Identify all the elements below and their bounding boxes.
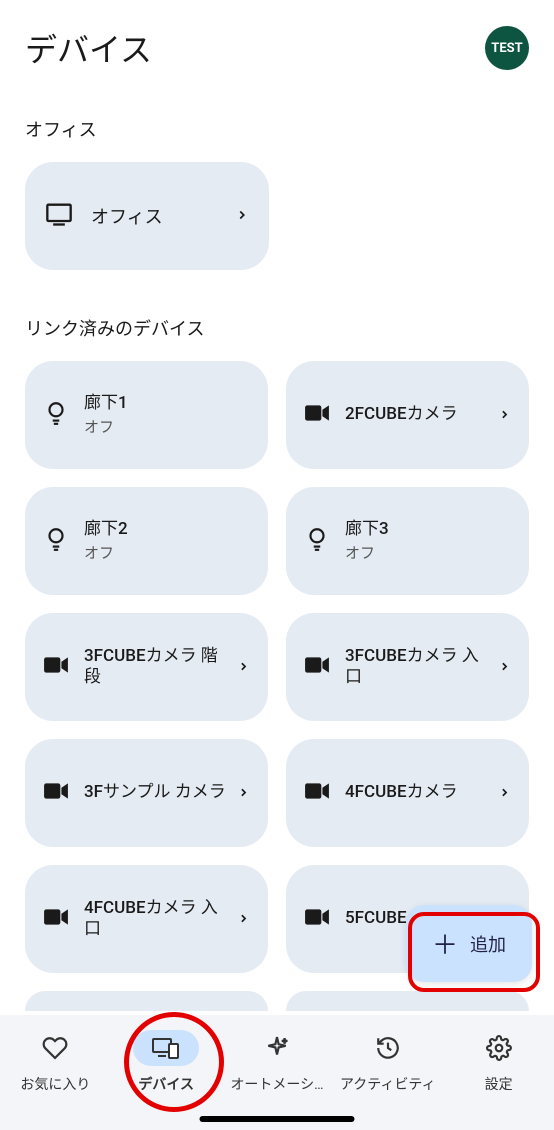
- camera-icon: [304, 781, 330, 805]
- chevron-right-icon: [498, 658, 511, 677]
- add-fab-label: 追加: [470, 931, 506, 957]
- chevron-right-icon: [498, 406, 511, 425]
- section-title-office: オフィス: [25, 116, 529, 142]
- partial-card: [286, 991, 529, 1011]
- device-name: 4FCUBEカメラ: [345, 782, 492, 803]
- bottom-nav: お気に入り デバイス オートメーシ… アクティビティ 設定: [0, 1015, 554, 1130]
- device-info: 廊下3オフ: [345, 519, 511, 563]
- sparkle-icon: [244, 1030, 310, 1066]
- camera-icon: [43, 655, 69, 679]
- device-name: 廊下2: [84, 519, 250, 540]
- camera-icon: [304, 907, 330, 931]
- content-area: オフィス オフィス リンク済みのデバイス 廊下1オフ2FCUBEカメラ廊下2オフ…: [0, 116, 554, 1011]
- device-card[interactable]: 4FCUBEカメラ 入口: [25, 865, 268, 973]
- device-status: オフ: [84, 416, 250, 437]
- heart-icon: [22, 1030, 88, 1066]
- plus-icon: ＋: [432, 925, 458, 962]
- nav-item-sparkle[interactable]: オートメーシ…: [225, 1030, 329, 1094]
- nav-item-devices[interactable]: デバイス: [114, 1030, 218, 1094]
- chevron-right-icon: [237, 910, 250, 929]
- nav-label: お気に入り: [20, 1074, 90, 1094]
- nav-item-gear[interactable]: 設定: [447, 1030, 551, 1094]
- page-title: デバイス: [25, 25, 152, 71]
- avatar[interactable]: TEST: [485, 26, 529, 70]
- nav-item-heart[interactable]: お気に入り: [3, 1030, 107, 1094]
- bulb-icon: [304, 526, 330, 556]
- nav-label: デバイス: [138, 1074, 194, 1094]
- nav-item-history[interactable]: アクティビティ: [336, 1030, 440, 1094]
- device-info: 2FCUBEカメラ: [345, 404, 492, 425]
- bulb-icon: [43, 400, 69, 430]
- chevron-right-icon: [237, 784, 250, 803]
- partial-device-row: [25, 991, 529, 1011]
- device-info: 廊下1オフ: [84, 393, 250, 437]
- device-name: 3FCUBEカメラ 入口: [345, 646, 492, 689]
- office-card-label: オフィス: [91, 203, 229, 229]
- nav-label: オートメーシ…: [230, 1074, 323, 1094]
- device-name: 廊下3: [345, 519, 511, 540]
- device-info: 4FCUBEカメラ: [345, 782, 492, 803]
- chevron-right-icon: [235, 207, 249, 226]
- chevron-right-icon: [237, 658, 250, 677]
- add-fab[interactable]: ＋ 追加: [406, 905, 532, 982]
- device-card[interactable]: 4FCUBEカメラ: [286, 739, 529, 847]
- device-status: オフ: [345, 542, 511, 563]
- device-info: 4FCUBEカメラ 入口: [84, 898, 231, 941]
- home-indicator: [200, 1116, 355, 1122]
- camera-icon: [43, 907, 69, 931]
- device-card[interactable]: 廊下1オフ: [25, 361, 268, 469]
- section-title-linked: リンク済みのデバイス: [25, 315, 529, 341]
- device-name: 2FCUBEカメラ: [345, 404, 492, 425]
- device-card[interactable]: 3Fサンプル カメラ: [25, 739, 268, 847]
- device-card[interactable]: 2FCUBEカメラ: [286, 361, 529, 469]
- device-card[interactable]: 3FCUBEカメラ 階段: [25, 613, 268, 721]
- nav-label: アクティビティ: [340, 1074, 436, 1094]
- display-icon: [45, 200, 73, 232]
- device-name: 廊下1: [84, 393, 250, 414]
- device-card[interactable]: 廊下3オフ: [286, 487, 529, 595]
- bulb-icon: [43, 526, 69, 556]
- camera-icon: [304, 655, 330, 679]
- nav-label: 設定: [485, 1074, 513, 1094]
- devices-grid: 廊下1オフ2FCUBEカメラ廊下2オフ廊下3オフ3FCUBEカメラ 階段3FCU…: [25, 361, 529, 973]
- device-name: 3Fサンプル カメラ: [84, 782, 231, 803]
- device-card[interactable]: 3FCUBEカメラ 入口: [286, 613, 529, 721]
- camera-icon: [43, 781, 69, 805]
- header: デバイス TEST: [0, 0, 554, 101]
- chevron-right-icon: [498, 784, 511, 803]
- camera-icon: [304, 403, 330, 427]
- devices-icon: [133, 1030, 199, 1066]
- partial-card: [25, 991, 268, 1011]
- history-icon: [355, 1030, 421, 1066]
- device-info: 3FCUBEカメラ 入口: [345, 646, 492, 689]
- device-info: 3Fサンプル カメラ: [84, 782, 231, 803]
- device-card[interactable]: 廊下2オフ: [25, 487, 268, 595]
- device-info: 廊下2オフ: [84, 519, 250, 563]
- office-card[interactable]: オフィス: [25, 162, 269, 270]
- device-name: 3FCUBEカメラ 階段: [84, 646, 231, 689]
- gear-icon: [466, 1030, 532, 1066]
- device-name: 4FCUBEカメラ 入口: [84, 898, 231, 941]
- device-status: オフ: [84, 542, 250, 563]
- device-info: 3FCUBEカメラ 階段: [84, 646, 231, 689]
